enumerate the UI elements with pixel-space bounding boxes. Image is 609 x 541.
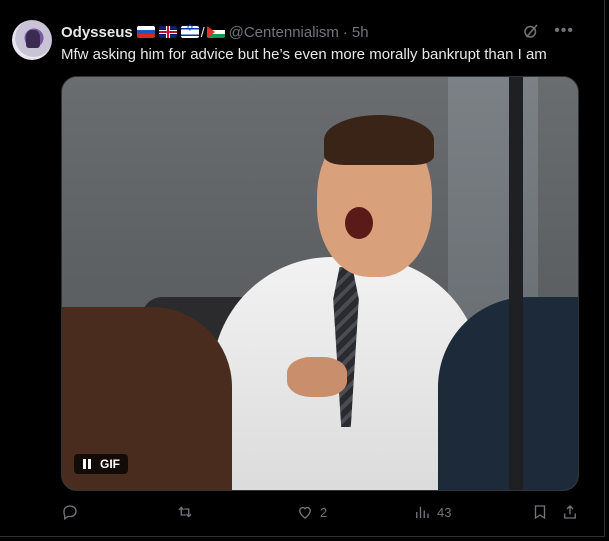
header-actions: ••• <box>522 22 574 40</box>
gif-label: GIF <box>100 457 120 471</box>
like-button[interactable]: 2 <box>296 500 327 524</box>
gif-media[interactable]: GIF <box>61 76 579 491</box>
ru-flag-icon <box>136 26 155 38</box>
flag-separator: / <box>200 24 205 40</box>
action-bar: 2 43 <box>61 500 579 524</box>
more-options-icon[interactable]: ••• <box>554 23 574 39</box>
heart-icon <box>299 506 311 519</box>
tweet-card[interactable]: Odysseus / @Centennialism · 5h ••• Mfw a… <box>0 0 605 537</box>
views-chart-icon <box>416 506 429 518</box>
share-button[interactable] <box>561 500 579 524</box>
separator-dot: · <box>342 23 348 41</box>
media-person-hair <box>324 115 434 165</box>
pause-icon[interactable] <box>82 459 92 469</box>
view-count: 43 <box>437 504 452 520</box>
display-name[interactable]: Odysseus <box>61 24 133 41</box>
il-flag-icon <box>180 23 199 38</box>
reply-button[interactable] <box>61 500 79 524</box>
uk-flag-icon <box>158 26 177 38</box>
views-button[interactable]: 43 <box>413 500 451 524</box>
media-person-hand <box>287 357 347 397</box>
like-count: 2 <box>320 504 328 520</box>
tweet-header: Odysseus / @Centennialism · 5h <box>61 22 369 42</box>
repost-button[interactable] <box>176 500 194 524</box>
tweet-text: Mfw asking him for advice but he’s even … <box>61 46 547 63</box>
gif-badge[interactable]: GIF <box>74 454 128 474</box>
timestamp[interactable]: 5h <box>352 24 369 41</box>
media-person-mouth <box>345 207 373 239</box>
ps-flag-icon <box>206 26 225 38</box>
bookmark-icon <box>534 505 546 520</box>
user-handle[interactable]: @Centennialism <box>229 24 339 41</box>
repost-icon <box>178 506 192 518</box>
bookmark-button[interactable] <box>531 500 549 524</box>
share-icon <box>564 505 576 519</box>
media-pole <box>509 77 523 490</box>
avatar[interactable] <box>12 20 52 60</box>
grok-icon[interactable] <box>522 22 540 40</box>
reply-icon <box>63 505 77 521</box>
